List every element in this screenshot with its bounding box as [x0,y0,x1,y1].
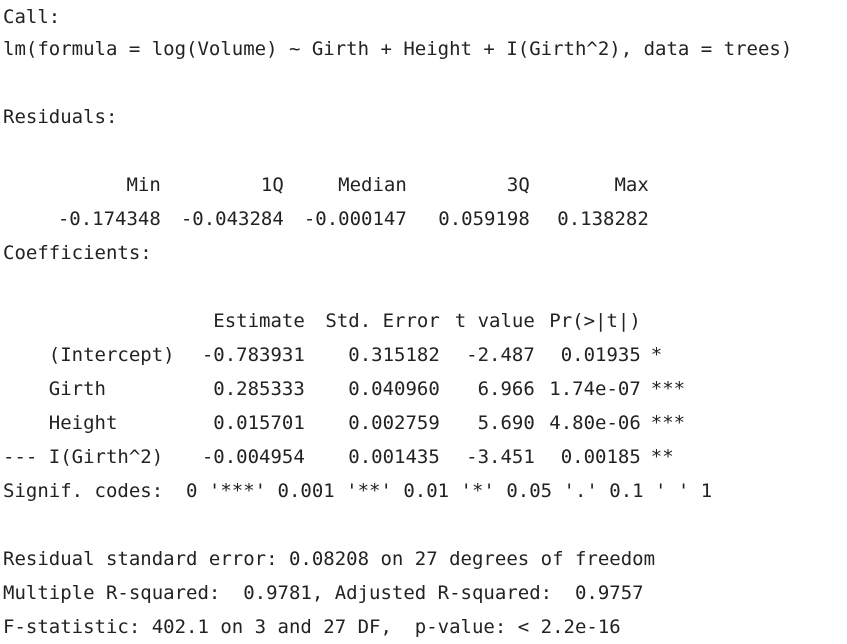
coef-estimate: -0.004954 [201,446,305,468]
r-squared-line: Multiple R-squared: 0.9781, Adjusted R-s… [3,582,644,604]
coef-row: I(Girth^2) -0.004954 0.001435 -3.451 0.00185… [3,406,711,468]
coef-row: Girth 0.285333 0.040960 6.966 1.74e-07 *** [3,338,711,400]
f-statistic-line: F-statistic: 402.1 on 3 and 27 DF, p-val… [3,616,621,638]
signif-codes-legend: Signif. codes: 0 '***' 0.001 '**' 0.01 '… [3,480,713,502]
residual-standard-error: Residual standard error: 0.08208 on 27 d… [3,548,656,570]
residual-value: 0.059198 [438,208,530,230]
separator-line: --- [3,446,38,468]
coef-row: Height 0.015701 0.002759 5.690 4.80e-06 *** [3,372,711,434]
coefficients-header: Coefficients: [3,242,152,264]
residual-value: 0.138282 [557,208,649,230]
residual-value: -0.043284 [180,208,284,230]
coef-row-name: I(Girth^2) [48,446,164,468]
coef-signif-stars: ** [650,446,674,468]
coef-p-value: 0.00185 [560,446,641,468]
coef-row: (Intercept) -0.783931 0.315182 -2.487 0.0193… [3,304,711,366]
residual-value: -0.174348 [57,208,161,230]
residuals-values-row: -0.174348 -0.043284 -0.000147 0.059198 0.138… [3,168,649,230]
call-formula: lm(formula = log(Volume) ~ Girth + Heigh… [3,38,793,60]
r-console-output: Call: lm(formula = log(Volume) ~ Girth +… [0,0,847,643]
residuals-column-headers: Min 1Q Median 3Q Max [3,134,648,196]
coef-t-value: -3.451 [466,446,535,468]
residuals-header: Residuals: [3,106,118,128]
coefficients-column-headers: Estimate Std. Error t value Pr(>|t|) [3,270,641,332]
residual-value: -0.000147 [303,208,407,230]
coef-std-error: 0.001435 [348,446,440,468]
call-header: Call: [3,6,61,28]
